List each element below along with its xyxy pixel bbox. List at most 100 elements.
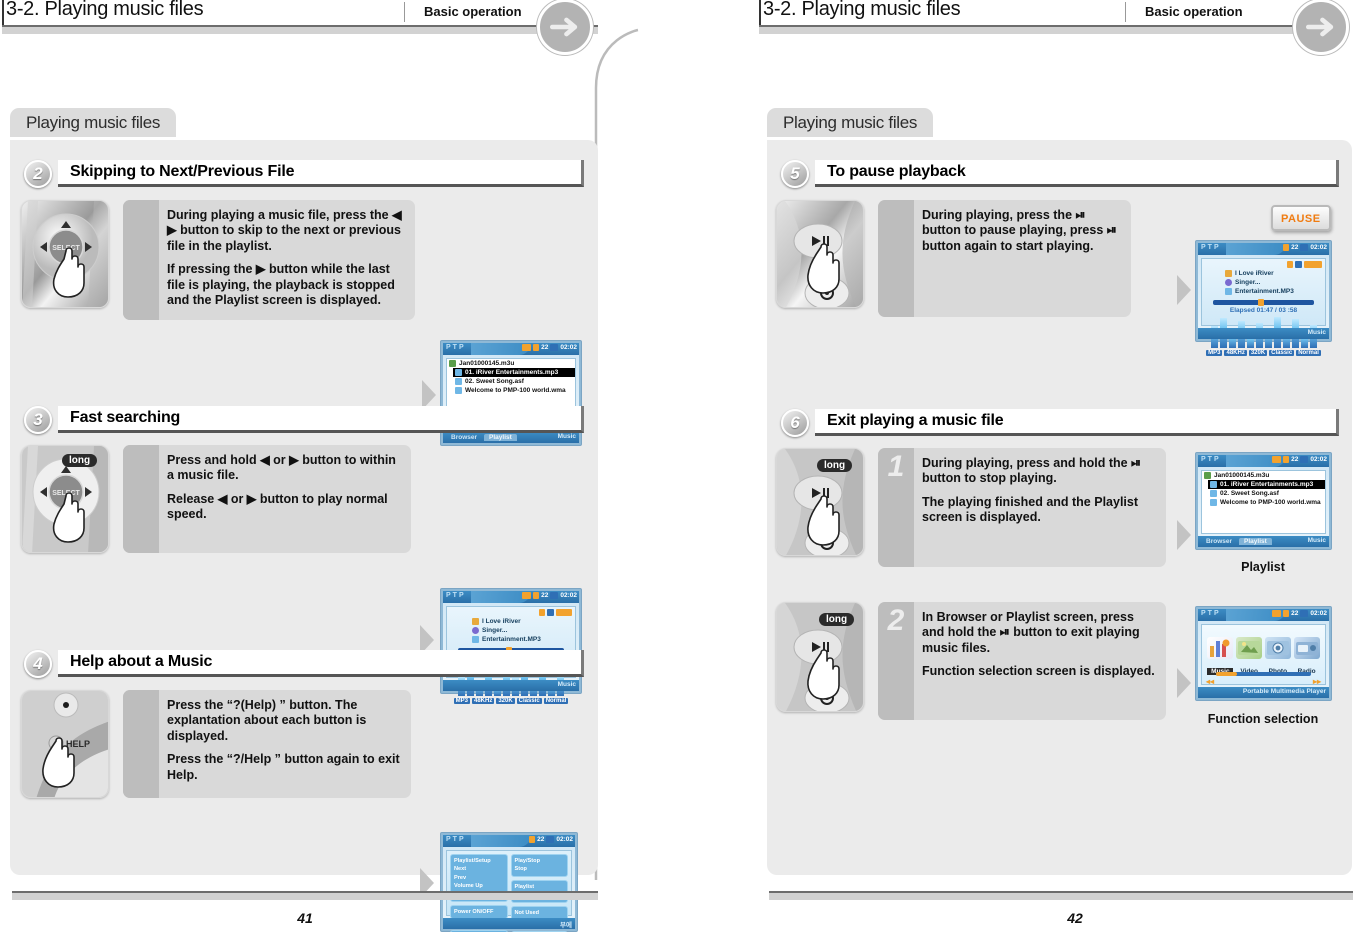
folder-label: I Love iRiver [1235, 270, 1274, 277]
codec-mode: Normal [543, 698, 569, 704]
lcd-status-area: 22 02:02 [1272, 610, 1327, 617]
progress-thumb[interactable] [1258, 299, 1265, 306]
lcd-mode-label: Music [1307, 537, 1326, 544]
list-item-label: 01. iRiver Entertainments.mp3 [1220, 481, 1314, 488]
list-item-label: 02. Sweet Song.asf [1220, 490, 1279, 497]
instruction-box-3: Press and hold ◀ or ▶ button to within a… [123, 445, 411, 553]
function-scroll-bar[interactable] [1216, 672, 1311, 676]
function-item-video[interactable]: Video [1236, 637, 1263, 675]
content-panel-right: 5 To pause playback During playing, pres… [767, 140, 1352, 875]
function-items[interactable]: Music Video [1206, 637, 1321, 675]
lock-icon [1272, 610, 1282, 617]
prev-chevron-icon[interactable]: ◂◂ [1206, 677, 1214, 686]
codec-info: MP3 48KHz 320K Classic Normal [1206, 350, 1321, 356]
function-selection-grid[interactable]: Music Video [1201, 624, 1326, 686]
instruction-text: During playing, press and hold the ⏯ but… [922, 456, 1158, 526]
instruction-paragraph: Function selection screen is displayed. [922, 664, 1155, 679]
music-file-icon [472, 636, 479, 643]
music-icon [1207, 637, 1234, 659]
status-chip-icon [556, 609, 572, 616]
speaker-icon [533, 344, 540, 351]
clock-value: 02:02 [556, 836, 573, 843]
battery-icon [1300, 244, 1309, 251]
lcd-footer: Music [443, 680, 579, 691]
function-scroll-thumb[interactable] [1216, 672, 1237, 676]
section-heading-3: 3 Fast searching [24, 406, 584, 436]
function-item-photo[interactable]: Photo [1264, 637, 1291, 675]
help-button-icon: HELP [22, 691, 108, 797]
codec-samplerate: 48KHz [471, 698, 495, 704]
lcd-brand: PTP [1201, 244, 1221, 251]
lcd-screen-playlist-2: PTP 22 02:02 Jan01000145.m3u 01. iRiver … [1195, 452, 1332, 550]
codec-bitrate: 320K [496, 698, 515, 704]
lcd-titlebar: PTP 22 02:02 [443, 343, 579, 355]
help-grid: Playlist/Setup Next Prev Volume Up Volum… [446, 850, 572, 932]
tab-browser[interactable]: Browser [1201, 538, 1237, 545]
list-item-label: Welcome to PMP-100 world.wma [465, 387, 566, 394]
page-title: 3-2. Playing music files [6, 0, 204, 20]
page-right: 3-2. Playing music files Basic operation… [757, 0, 1353, 932]
next-page-arrow-button[interactable] [537, 0, 593, 55]
device-image-play-button-long: long [776, 448, 864, 556]
volume-value: 22 [1291, 244, 1299, 251]
battery-icon [550, 592, 559, 599]
header-rule-shadow [759, 27, 1296, 34]
instruction-box-4: Press the “?(Help) ” button. The explant… [123, 690, 411, 798]
track-label: Entertainment.MP3 [482, 636, 541, 643]
instruction-text: Press the “?(Help) ” button. The explant… [167, 698, 403, 783]
help-item-label: Power ON/OFF [454, 908, 494, 915]
list-item[interactable]: 02. Sweet Song.asf [1208, 489, 1325, 498]
list-item[interactable]: Welcome to PMP-100 world.wma [453, 386, 575, 395]
footer-rule-shadow [769, 893, 1353, 900]
list-item[interactable]: 01. iRiver Entertainments.mp3 [1208, 480, 1325, 489]
list-item[interactable]: Jan01000145.m3u [1202, 471, 1325, 480]
section-badge: 6 [781, 409, 809, 437]
function-item-music[interactable]: Music [1207, 637, 1234, 675]
instruction-paragraph: Press the “?(Help) ” button. The explant… [167, 698, 367, 743]
playlist-list[interactable]: Jan01000145.m3u 01. iRiver Entertainment… [1201, 470, 1326, 534]
lcd-status-area: 22 02:02 [522, 344, 577, 351]
lcd-footer: Music [1198, 328, 1329, 339]
repeat-icon [1287, 261, 1293, 268]
header-divider [1125, 2, 1126, 22]
next-chevron-icon[interactable]: ▸▸ [1313, 677, 1321, 686]
help-item-label: Next [454, 866, 467, 873]
lcd-brand: PTP [1201, 610, 1221, 617]
instruction-box-5: During playing, press the ⏯ button to pa… [878, 200, 1131, 317]
instruction-box-2: During playing a music file, press the ◀… [123, 200, 415, 320]
codec-format: MP3 [453, 698, 470, 704]
tab-playlist[interactable]: Playlist [1239, 538, 1272, 545]
next-page-arrow-button[interactable] [1293, 0, 1349, 55]
list-item[interactable]: 02. Sweet Song.asf [453, 377, 575, 386]
content-panel-left: 2 Skipping to Next/Previous File During … [10, 140, 598, 932]
tab-label: Playing music files [767, 108, 934, 137]
section-title: Exit playing a music file [827, 412, 1004, 429]
section-title: Fast searching [70, 409, 181, 426]
help-item-label: Playlist [514, 883, 535, 890]
instruction-paragraph: Press and hold ◀ or ▶ button to within a… [167, 453, 396, 483]
lcd-brand: PTP [446, 836, 466, 843]
help-left-column: Playlist/Setup Next Prev Volume Up Volum… [450, 854, 508, 932]
music-file-icon [1210, 481, 1217, 488]
section-title-bar: Exit playing a music file [815, 409, 1339, 436]
progress-bar[interactable] [1213, 299, 1314, 306]
list-item[interactable]: 01. iRiver Entertainments.mp3 [453, 368, 575, 377]
header-kicker: Basic operation [424, 4, 522, 19]
lcd-footer: 부에 [443, 918, 575, 929]
artist-label: Singer... [482, 627, 508, 634]
instruction-paragraph: Press the “?/Help ” button again to exit… [167, 752, 400, 782]
flow-arrow-icon [1177, 275, 1191, 305]
header-kicker: Basic operation [1145, 4, 1243, 19]
clock-value: 02:02 [560, 344, 577, 351]
folder-label: I Love iRiver [482, 618, 521, 625]
lcd-brand: PTP [446, 344, 466, 351]
function-item-radio[interactable]: Radio [1293, 637, 1320, 675]
list-item[interactable]: Jan01000145.m3u [447, 359, 575, 368]
help-group: Play/Stop Stop [510, 854, 568, 877]
instruction-paragraph: During playing a music file, press the ◀… [167, 208, 402, 253]
m3u-icon [1204, 472, 1211, 479]
volume-value: 22 [537, 836, 545, 843]
list-item[interactable]: Welcome to PMP-100 world.wma [1208, 498, 1325, 507]
list-item-label: 01. iRiver Entertainments.mp3 [465, 369, 559, 376]
device-image-dpad: SELECT [21, 200, 109, 308]
